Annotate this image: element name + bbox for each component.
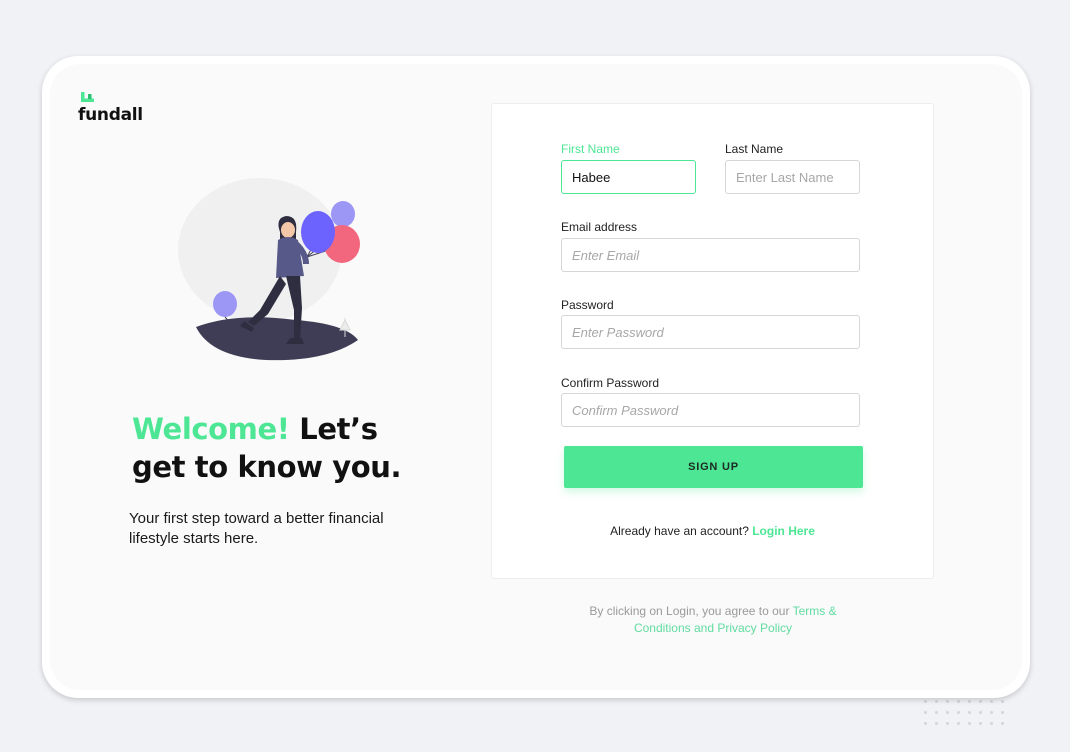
confirm-password-input[interactable] bbox=[561, 393, 860, 427]
welcome-headline: Welcome! Let’s get to know you. bbox=[132, 410, 432, 486]
first-name-input[interactable] bbox=[561, 160, 696, 194]
fundall-logo-icon bbox=[81, 92, 94, 102]
woman-with-balloons-illustration bbox=[178, 178, 360, 361]
last-name-label: Last Name bbox=[725, 142, 784, 156]
first-name-label: First Name bbox=[561, 142, 620, 156]
brand-name: fundall bbox=[78, 105, 143, 125]
confirm-password-label: Confirm Password bbox=[561, 376, 660, 390]
decorative-dot-grid bbox=[924, 700, 1014, 730]
terms-text: By clicking on Login, you agree to our bbox=[589, 604, 793, 618]
password-input[interactable] bbox=[561, 315, 860, 349]
email-label: Email address bbox=[561, 220, 638, 234]
welcome-subtitle: Your first step toward a better financia… bbox=[129, 510, 384, 547]
welcome-headline-accent: Welcome! bbox=[132, 412, 290, 446]
email-input[interactable] bbox=[561, 238, 860, 272]
login-prompt: Already have an account? Login Here bbox=[491, 524, 934, 538]
last-name-input[interactable] bbox=[725, 160, 860, 194]
login-prompt-text: Already have an account? bbox=[610, 524, 753, 538]
login-here-link[interactable]: Login Here bbox=[752, 524, 815, 538]
terms-notice: By clicking on Login, you agree to our T… bbox=[575, 603, 851, 637]
password-label: Password bbox=[561, 298, 614, 312]
sign-up-button[interactable]: SIGN UP bbox=[564, 446, 863, 488]
